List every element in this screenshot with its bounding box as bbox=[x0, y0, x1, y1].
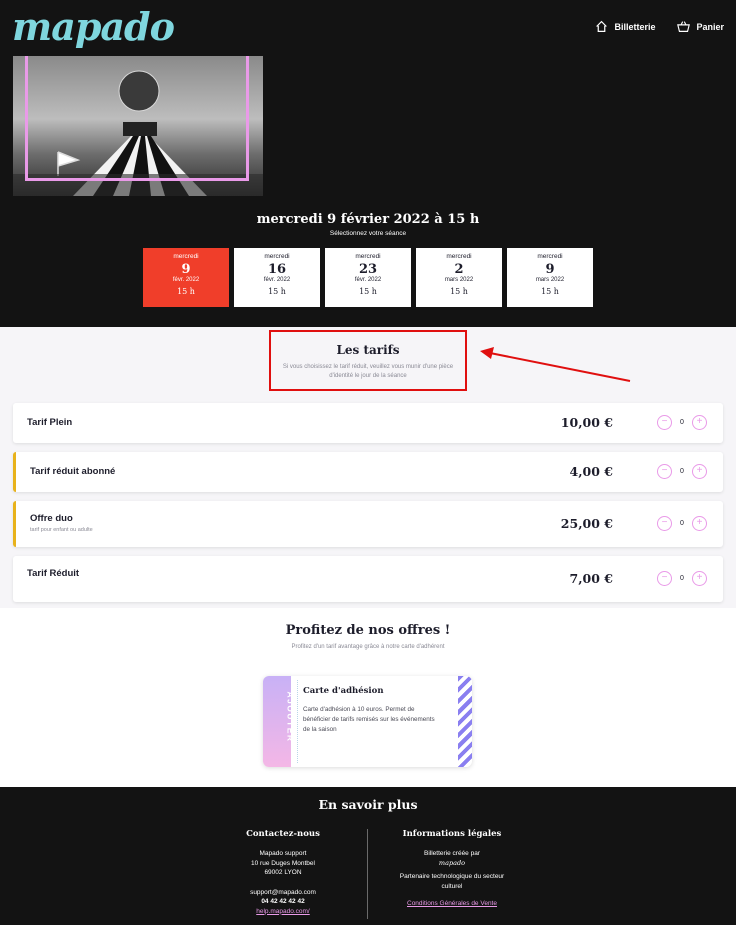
created-by-label: Billetterie créée par bbox=[424, 850, 480, 857]
header-section: mapado Billetterie Panier mercredi 9 fév… bbox=[0, 0, 736, 327]
tarif-name: Tarif Réduit bbox=[27, 568, 80, 579]
card-stripe-decoration bbox=[458, 676, 472, 767]
card-description: Carte d'adhésion à 10 euros. Permet de b… bbox=[303, 706, 435, 733]
tarif-row-reduit: Tarif Réduit 7,00 € − 0 + bbox=[13, 556, 723, 602]
date-day: 16 bbox=[267, 262, 287, 277]
tarif-price: 4,00 € bbox=[569, 464, 614, 479]
quantity-stepper: − 0 + bbox=[657, 516, 707, 531]
tarif-row-plein: Tarif Plein 10,00 € − 0 + bbox=[13, 403, 723, 443]
date-hour: 15 h bbox=[541, 287, 559, 296]
increment-button[interactable]: + bbox=[692, 516, 707, 531]
top-nav: Billetterie Panier bbox=[595, 20, 724, 33]
footer-title: En savoir plus bbox=[318, 797, 418, 812]
tarif-row-offre-duo: Offre duo tarif pour enfant ou adulte 25… bbox=[13, 501, 723, 547]
panier-link[interactable]: Panier bbox=[677, 20, 724, 33]
panier-label: Panier bbox=[696, 21, 724, 32]
card-divider bbox=[297, 680, 298, 763]
offers-subtitle: Profitez d'un tarif avantage grâce à not… bbox=[291, 644, 445, 650]
tarif-price: 10,00 € bbox=[560, 415, 613, 430]
legal-heading: Informations légales bbox=[402, 829, 502, 839]
date-card-16-feb[interactable]: mercredi 16 févr. 2022 15 h bbox=[234, 248, 320, 307]
legal-column: Informations légales Billetterie créée p… bbox=[352, 829, 552, 909]
date-month: mars 2022 bbox=[535, 277, 565, 283]
date-hour: 15 h bbox=[359, 287, 377, 296]
tarif-name: Offre duo bbox=[30, 513, 73, 524]
date-dow: mercredi bbox=[264, 253, 290, 260]
date-day: 23 bbox=[358, 262, 378, 277]
session-title: mercredi 9 février 2022 à 15 h bbox=[256, 212, 480, 227]
quantity-value: 0 bbox=[680, 575, 684, 582]
annotation-arrow-icon bbox=[480, 347, 631, 382]
hero-frame bbox=[25, 56, 249, 181]
partner-text: Partenaire technologique du secteur cult… bbox=[399, 873, 505, 890]
decrement-button[interactable]: − bbox=[657, 415, 672, 430]
basket-icon bbox=[677, 21, 691, 32]
add-membership-button[interactable]: AJOUTER bbox=[263, 676, 296, 767]
tarifs-subtitle: Si vous choisissez le tarif réduit, veui… bbox=[282, 364, 454, 379]
mapado-signature: mapado bbox=[438, 858, 466, 867]
date-dow: mercredi bbox=[355, 253, 381, 260]
quantity-stepper: − 0 + bbox=[657, 571, 707, 586]
date-dow: mercredi bbox=[173, 253, 199, 260]
date-month: mars 2022 bbox=[444, 277, 474, 283]
date-picker: mercredi 9 févr. 2022 15 h mercredi 16 f… bbox=[143, 248, 593, 307]
decrement-button[interactable]: − bbox=[657, 571, 672, 586]
tarif-price: 7,00 € bbox=[569, 571, 614, 586]
increment-button[interactable]: + bbox=[692, 571, 707, 586]
event-image bbox=[13, 56, 263, 196]
tarif-description: tarif pour enfant ou adulte bbox=[30, 527, 93, 533]
card-title: Carte d'adhésion bbox=[303, 686, 384, 696]
tarif-name: Tarif Plein bbox=[27, 417, 73, 428]
quantity-value: 0 bbox=[680, 520, 684, 527]
tarifs-title: Les tarifs bbox=[336, 343, 400, 357]
add-label: AJOUTER bbox=[285, 691, 296, 743]
date-card-23-feb[interactable]: mercredi 23 févr. 2022 15 h bbox=[325, 248, 411, 307]
quantity-stepper: − 0 + bbox=[657, 464, 707, 479]
date-hour: 15 h bbox=[450, 287, 468, 296]
decrement-button[interactable]: − bbox=[657, 516, 672, 531]
home-icon bbox=[596, 20, 608, 32]
tarif-name: Tarif réduit abonné bbox=[30, 466, 116, 477]
date-card-2-mar[interactable]: mercredi 2 mars 2022 15 h bbox=[416, 248, 502, 307]
billetterie-link[interactable]: Billetterie bbox=[595, 20, 655, 33]
offers-title: Profitez de nos offres ! bbox=[285, 623, 451, 638]
mapado-logo[interactable]: mapado bbox=[12, 4, 175, 49]
date-day: 9 bbox=[545, 262, 555, 277]
date-dow: mercredi bbox=[446, 253, 472, 260]
quantity-value: 0 bbox=[680, 419, 684, 426]
date-card-9-mar[interactable]: mercredi 9 mars 2022 15 h bbox=[507, 248, 593, 307]
offers-section: Profitez de nos offres ! Profitez d'un t… bbox=[0, 608, 736, 787]
quantity-stepper: − 0 + bbox=[657, 415, 707, 430]
increment-button[interactable]: + bbox=[692, 415, 707, 430]
decrement-button[interactable]: − bbox=[657, 464, 672, 479]
date-month: févr. 2022 bbox=[263, 277, 291, 283]
date-day: 2 bbox=[454, 262, 464, 277]
tarifs-header-highlight: Les tarifs Si vous choisissez le tarif r… bbox=[269, 330, 467, 391]
cgv-link[interactable]: Conditions Générales de Vente bbox=[352, 899, 552, 909]
billetterie-label: Billetterie bbox=[614, 21, 656, 32]
tarif-row-reduit-abonne: Tarif réduit abonné 4,00 € − 0 + bbox=[13, 452, 723, 492]
tarif-price: 25,00 € bbox=[560, 516, 613, 531]
session-subtitle: Sélectionnez votre séance bbox=[329, 230, 407, 237]
tarif-list: Tarif Plein 10,00 € − 0 + Tarif réduit a… bbox=[13, 403, 723, 611]
increment-button[interactable]: + bbox=[692, 464, 707, 479]
date-hour: 15 h bbox=[177, 287, 195, 296]
date-hour: 15 h bbox=[268, 287, 286, 296]
membership-card: AJOUTER Carte d'adhésion Carte d'adhésio… bbox=[263, 676, 472, 767]
date-card-9-feb[interactable]: mercredi 9 févr. 2022 15 h bbox=[143, 248, 229, 307]
date-dow: mercredi bbox=[537, 253, 563, 260]
quantity-value: 0 bbox=[680, 468, 684, 475]
date-month: févr. 2022 bbox=[172, 277, 200, 283]
footer: En savoir plus Contactez-nous Mapado sup… bbox=[0, 787, 736, 925]
date-day: 9 bbox=[181, 262, 191, 277]
date-month: févr. 2022 bbox=[354, 277, 382, 283]
